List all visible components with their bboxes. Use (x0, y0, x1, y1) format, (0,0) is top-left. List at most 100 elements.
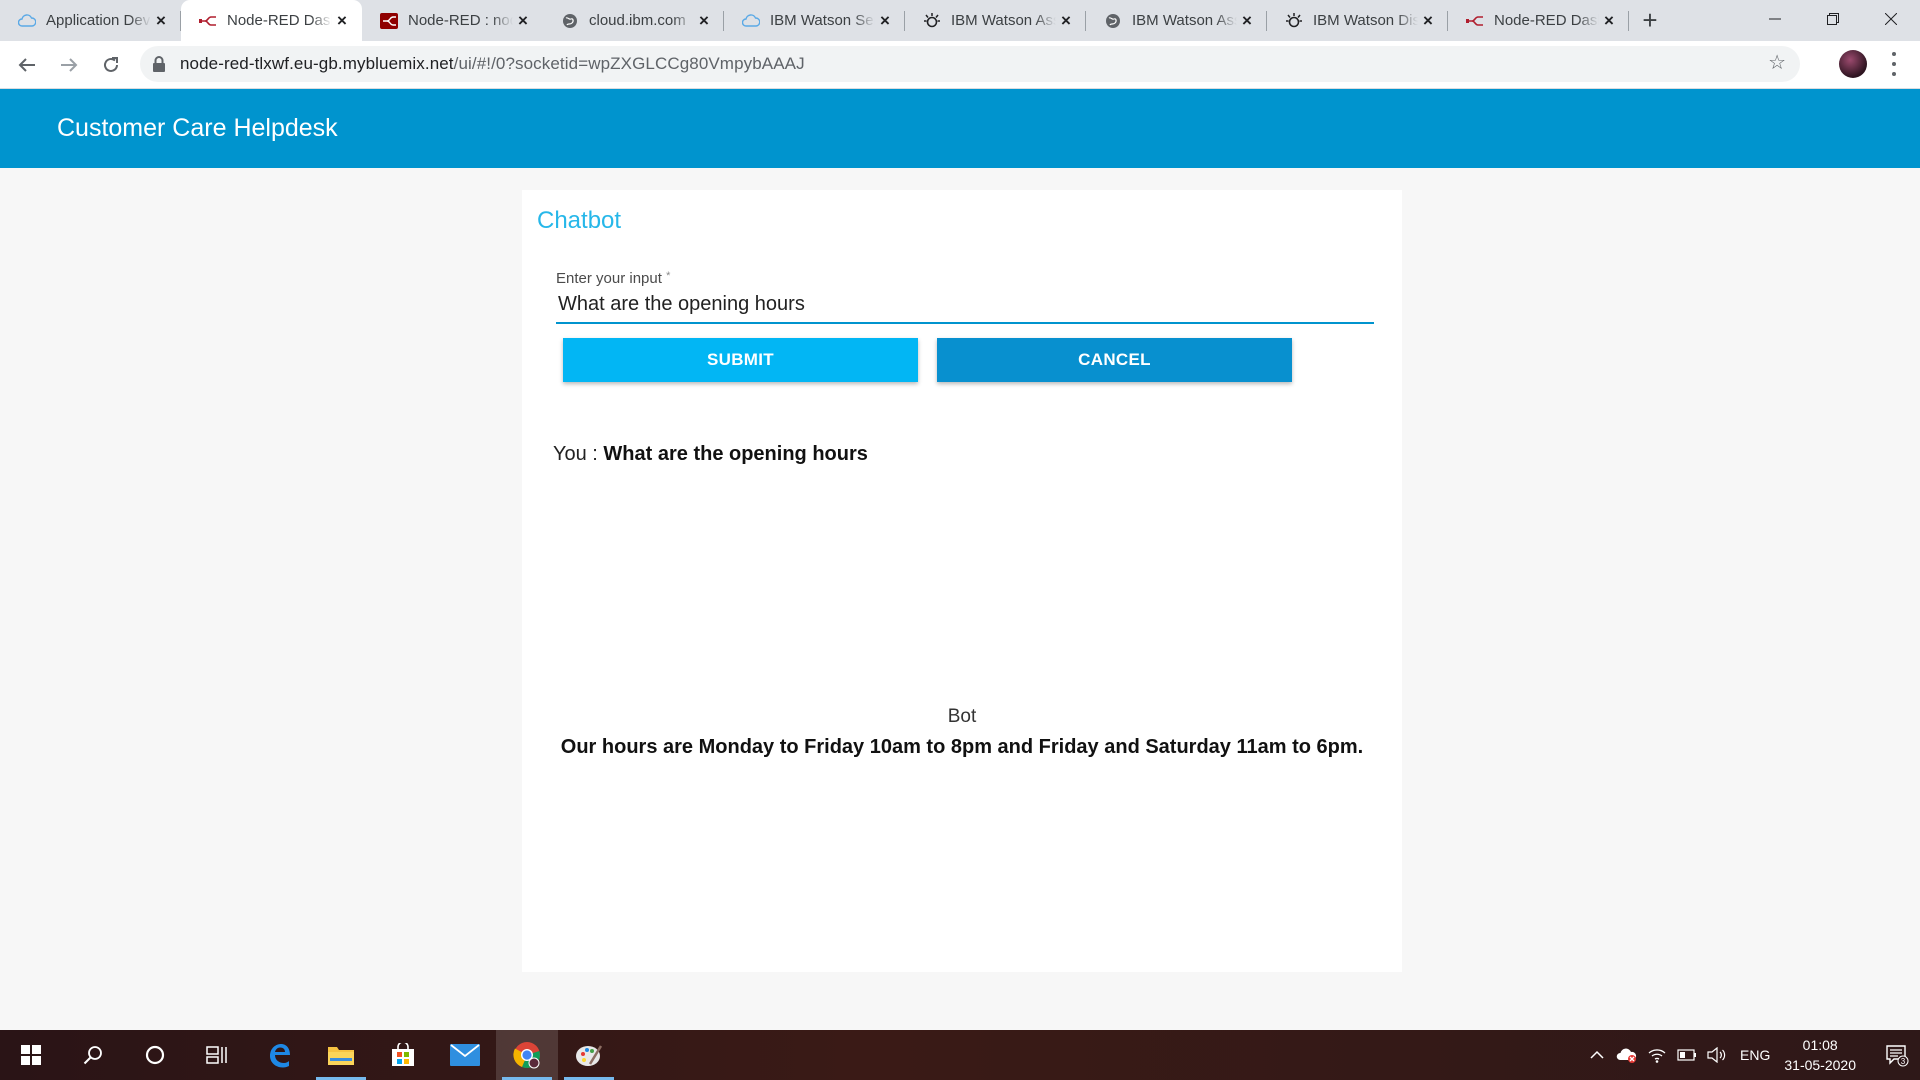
app-title: Customer Care Helpdesk (57, 114, 338, 142)
clock[interactable]: 01:08 31-05-2020 (1784, 1035, 1856, 1075)
wifi-icon[interactable] (1642, 1047, 1672, 1063)
volume-icon[interactable] (1702, 1047, 1732, 1063)
browser-toolbar: node-red-tlxwf.eu-gb.mybluemix.net/ui/#!… (0, 41, 1920, 89)
clock-time: 01:08 (1802, 1037, 1838, 1053)
show-hidden-icons-button[interactable] (1582, 1050, 1612, 1060)
lock-icon (153, 56, 165, 72)
close-tab-icon[interactable]: × (1237, 11, 1257, 31)
node-red-icon (1466, 12, 1484, 30)
required-mark: * (666, 270, 671, 282)
start-button[interactable] (0, 1030, 62, 1080)
onedrive-tray-icon[interactable] (1612, 1047, 1642, 1063)
url-path: /ui/#!/0?socketid=wpZXGLCCg80VmpybAAAJ (453, 54, 805, 73)
windows-taskbar: ENG 01:08 31-05-2020 3 (0, 1030, 1920, 1080)
reload-button[interactable] (92, 46, 130, 84)
user-prefix: You : (553, 443, 604, 465)
edge-icon (270, 1044, 290, 1068)
browser-tab-strip: Application Development × Node-RED Dashb… (0, 0, 1920, 41)
windows-logo-icon (21, 1045, 41, 1065)
mail-icon (450, 1044, 480, 1066)
input-label: Enter your input * (556, 270, 670, 287)
task-view-icon (206, 1046, 227, 1064)
tab-cloud-ibm[interactable]: cloud.ibm.com × (543, 0, 724, 41)
cortana-button[interactable] (124, 1030, 186, 1080)
battery-icon[interactable] (1672, 1049, 1702, 1061)
task-view-button[interactable] (186, 1030, 248, 1080)
watson-icon (923, 12, 941, 30)
url-host: node-red-tlxwf.eu-gb.mybluemix.net (180, 54, 454, 73)
chrome-taskbar-button[interactable] (496, 1030, 558, 1080)
close-tab-icon[interactable]: × (332, 11, 352, 31)
bookmark-star-icon[interactable]: ☆ (1768, 53, 1786, 73)
tab-title: cloud.ibm.com (589, 12, 686, 29)
store-taskbar-button[interactable] (372, 1030, 434, 1080)
file-explorer-taskbar-button[interactable] (310, 1030, 372, 1080)
tab-title: IBM Watson Assistant (951, 12, 1056, 29)
globe-icon (561, 12, 579, 30)
forward-arrow-icon (61, 57, 78, 72)
close-tab-icon[interactable]: × (151, 11, 171, 31)
tab-node-red-editor[interactable]: Node-RED : node-red × (362, 0, 543, 41)
tab-ibm-watson-assistant[interactable]: IBM Watson Assistant × (905, 0, 1086, 41)
tab-ibm-watson-assistant-2[interactable]: IBM Watson Assistant × (1086, 0, 1267, 41)
address-bar[interactable]: node-red-tlxwf.eu-gb.mybluemix.net/ui/#!… (140, 46, 1800, 82)
tab-ibm-watson-discovery[interactable]: IBM Watson Discovery × (1267, 0, 1448, 41)
notification-icon: 3 (1886, 1045, 1909, 1067)
folder-icon (328, 1047, 354, 1065)
user-message: You : What are the opening hours (553, 443, 868, 466)
cancel-button[interactable]: CANCEL (937, 338, 1292, 382)
action-center-button[interactable]: 3 (1874, 1043, 1920, 1067)
close-tab-icon[interactable]: × (875, 11, 895, 31)
chevron-up-icon (1590, 1050, 1604, 1059)
cloud-icon (18, 12, 36, 30)
mail-taskbar-button[interactable] (434, 1030, 496, 1080)
store-bag-icon (392, 1043, 414, 1066)
chatbot-card: Chatbot Enter your input * What are the … (522, 190, 1402, 972)
url-text: node-red-tlxwf.eu-gb.mybluemix.net/ui/#!… (180, 54, 805, 74)
paint-taskbar-button[interactable] (558, 1030, 620, 1080)
tab-title: Application Development (46, 12, 151, 29)
minimize-button[interactable] (1746, 0, 1804, 38)
browser-menu-icon[interactable] (1886, 52, 1902, 76)
notification-count: 3 (1901, 1057, 1906, 1066)
input-label-text: Enter your input (556, 270, 662, 287)
window-controls (1746, 0, 1920, 38)
tab-application-development[interactable]: Application Development × (0, 0, 181, 41)
close-tab-icon[interactable]: × (513, 11, 533, 31)
tab-title: Node-RED : node-red (408, 12, 513, 29)
bot-label: Bot (947, 706, 977, 727)
chat-input-field[interactable]: What are the opening hours (558, 293, 805, 316)
submit-button[interactable]: SUBMIT (563, 338, 918, 382)
back-button[interactable] (8, 46, 46, 84)
tab-ibm-watson-services[interactable]: IBM Watson Services × (724, 0, 905, 41)
tab-node-red-dashboard-active[interactable]: Node-RED Dashboard × (181, 0, 362, 41)
input-underline (556, 322, 1374, 324)
search-button[interactable] (62, 1030, 124, 1080)
bot-message: Our hours are Monday to Friday 10am to 8… (560, 736, 1364, 758)
paint-palette-icon (576, 1045, 603, 1066)
tab-title: IBM Watson Assistant (1132, 12, 1237, 29)
node-red-icon (199, 12, 217, 30)
tab-title: IBM Watson Services (770, 12, 875, 29)
restore-button[interactable] (1804, 0, 1862, 38)
close-tab-icon[interactable]: × (1418, 11, 1438, 31)
input-language[interactable]: ENG (1740, 1047, 1770, 1063)
forward-button[interactable] (50, 46, 88, 84)
close-tab-icon[interactable]: × (1599, 11, 1619, 31)
cloud-icon (742, 12, 760, 30)
edge-taskbar-button[interactable] (248, 1030, 310, 1080)
close-tab-icon[interactable]: × (1056, 11, 1076, 31)
close-tab-icon[interactable]: × (694, 11, 714, 31)
profile-avatar[interactable] (1839, 50, 1867, 78)
globe-icon (1104, 12, 1122, 30)
tab-title: Node-RED Dashboard (227, 12, 332, 29)
user-message-text: What are the opening hours (603, 443, 868, 465)
tab-title: IBM Watson Discovery (1313, 12, 1418, 29)
close-window-button[interactable] (1862, 0, 1920, 38)
reload-icon (104, 56, 118, 72)
tab-node-red-dashboard-2[interactable]: Node-RED Dashboard × (1448, 0, 1629, 41)
back-arrow-icon (18, 57, 35, 72)
chrome-icon (513, 1042, 540, 1069)
cortana-circle-icon (145, 1045, 165, 1065)
new-tab-button[interactable]: + (1629, 0, 1671, 41)
